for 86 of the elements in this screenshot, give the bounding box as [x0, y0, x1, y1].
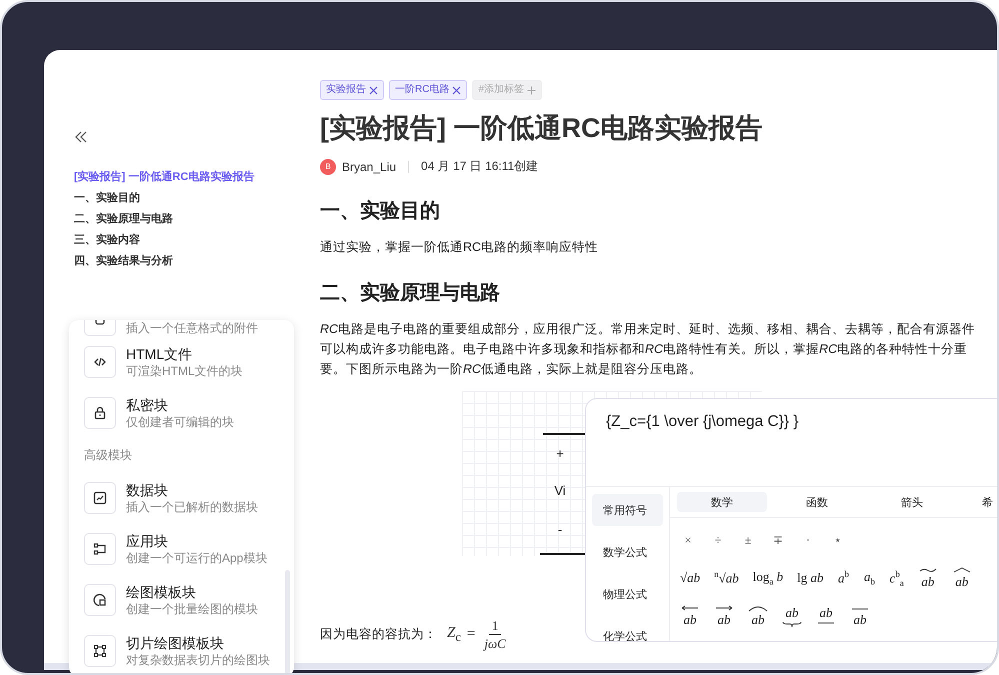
math-symbol-button[interactable]: × [676, 532, 700, 548]
category-tab[interactable]: 物理公式 [592, 578, 663, 610]
math-symbol-button[interactable]: ab [676, 604, 704, 628]
tag: 实验报告 [320, 80, 384, 100]
document-title: [实验报告] 一阶低通RC电路实验报告 [320, 112, 764, 145]
circuit-label: + [555, 446, 565, 461]
tag: 一阶RC电路 [389, 80, 468, 100]
math-symbol-button[interactable]: lg ab [793, 570, 828, 586]
outline-item[interactable]: [实验报告] 一阶低通RC电路实验报告 [74, 169, 320, 185]
block-title: 应用块 [126, 532, 169, 550]
math-symbol-button[interactable]: ab [846, 604, 874, 628]
symbol-tab[interactable]: 希 [962, 492, 997, 512]
formula-intro: 因为电容的容抗为： [320, 626, 437, 643]
block-description: 创建一个可运行的App模块 [126, 550, 268, 566]
accent-mark-icon [952, 566, 972, 574]
block-description: 创建一个批量绘图的模块 [126, 600, 258, 616]
accent-mark-icon [782, 620, 802, 628]
accent-mark-icon [714, 604, 734, 612]
block-menu-item[interactable]: 私密块 仅创建者可编辑的块 [84, 387, 294, 438]
math-symbol-button[interactable]: ÷ [706, 532, 730, 548]
block-menu-item[interactable]: 绘图模板块 创建一个批量绘图的模块 [84, 574, 294, 625]
collapse-icon[interactable] [74, 130, 88, 144]
block-menu-item[interactable]: 切片绘图模板块 对复杂数据表切片的绘图块 [84, 625, 294, 673]
block-title: 私密块 [126, 396, 169, 414]
plus-icon [527, 86, 536, 94]
created-time: 04 月 17 日 16:11创建 [421, 158, 538, 175]
symbol-tab[interactable]: 数学 [677, 492, 767, 512]
block-menu-item[interactable]: 数据块 插入一个已解析的数据块 [84, 472, 294, 523]
block-title: HTML文件 [126, 344, 194, 362]
chart-icon [84, 482, 116, 514]
block-description: 插入一个已解析的数据块 [126, 498, 258, 514]
category-tab[interactable]: 常用符号 [592, 494, 663, 526]
nodes-icon [84, 532, 116, 564]
block-description: 仅创建者可编辑的块 [126, 414, 234, 430]
circuit-label: Vi [553, 483, 567, 498]
block-title: 绘图模板块 [126, 582, 197, 600]
author-name[interactable]: Bryan_Liu [342, 160, 396, 174]
math-symbol-button[interactable]: ab [948, 566, 976, 590]
crop-frame-icon [84, 634, 116, 666]
math-symbol-button[interactable]: ab [812, 604, 840, 628]
circuit-label: - [556, 522, 564, 537]
outline-item[interactable]: 三、实验内容 [74, 232, 320, 248]
math-symbol-button[interactable]: a$_{b}$ [860, 569, 880, 587]
close-icon[interactable] [369, 86, 378, 94]
scrollbar[interactable] [285, 570, 290, 673]
block-title: 数据块 [126, 480, 169, 498]
math-symbol-button[interactable]: a$^{b}$ [834, 569, 854, 587]
math-symbol-button[interactable]: ab [914, 566, 942, 590]
block-description: 可渲染HTML文件的块 [126, 362, 243, 378]
outline-item[interactable]: 四、实验结果与分析 [74, 253, 320, 269]
math-symbol-button[interactable]: $^{n}$√ab [710, 569, 743, 587]
accent-mark-icon [680, 604, 700, 612]
symbol-tab[interactable]: 函数 [772, 492, 862, 512]
lock-icon [84, 396, 116, 428]
category-tab[interactable]: 数学公式 [592, 536, 663, 568]
math-symbol-button[interactable]: ab [710, 604, 738, 628]
block-title: 切片绘图模板块 [126, 634, 225, 652]
palette-icon [84, 584, 116, 616]
section-label: 高级模块 [84, 447, 133, 464]
block-description: 插入一个任意格式的附件 [126, 320, 258, 336]
outline-item[interactable]: 二、实验原理与电路 [74, 211, 320, 227]
code-icon [84, 346, 116, 378]
math-symbol-button[interactable]: ∓ [766, 532, 790, 548]
accent-mark-icon [918, 566, 938, 574]
latex-input[interactable]: {Z_c={1 \over {j\omega C}} } [586, 399, 997, 487]
outline-item[interactable]: 一、实验目的 [74, 190, 320, 206]
paragraph: RC电路是电子电路的重要组成部分，应用很广泛。常用来定时、延时、选频、移相、耦合、去耦等，配合有源器件可以构成许多功能电路。电子电路中许多现象和指标都和RC电路特性有关。所以，掌握RC电路的各种特性十分重要。下图所示电路为一阶RC低通电路，实际上就是阻容分压电路。 [320, 321, 976, 378]
paragraph: 通过实验，掌握一阶低通RC电路的频率响应特性 [320, 239, 600, 256]
avatar: B [320, 158, 336, 174]
block-menu-item[interactable]: 插入一个任意格式的附件 [84, 320, 294, 336]
section-heading: 一、实验目的 [320, 198, 441, 224]
block-menu-item[interactable]: HTML文件 可渲染HTML文件的块 [84, 336, 294, 387]
math-symbol-button[interactable]: ± [736, 532, 760, 548]
block-menu-item[interactable]: 应用块 创建一个可运行的App模块 [84, 523, 294, 574]
math-symbol-button[interactable]: ab [778, 604, 806, 628]
symbol-tab[interactable]: 箭头 [867, 492, 957, 512]
math-symbol-button[interactable]: ab [744, 604, 772, 628]
close-icon[interactable] [452, 86, 462, 94]
math-symbol-button[interactable]: · [796, 532, 820, 548]
section-heading: 二、实验原理与电路 [320, 280, 501, 306]
accent-mark-icon [748, 604, 768, 612]
math-symbol-button[interactable]: ⋆ [826, 532, 850, 548]
category-tab[interactable]: 化学公式 [592, 620, 663, 641]
block-description: 对复杂数据表切片的绘图块 [126, 652, 270, 668]
math-symbol-button[interactable]: log$_{a}$ b [748, 569, 788, 587]
math-symbol-button[interactable]: √ab [676, 570, 704, 586]
